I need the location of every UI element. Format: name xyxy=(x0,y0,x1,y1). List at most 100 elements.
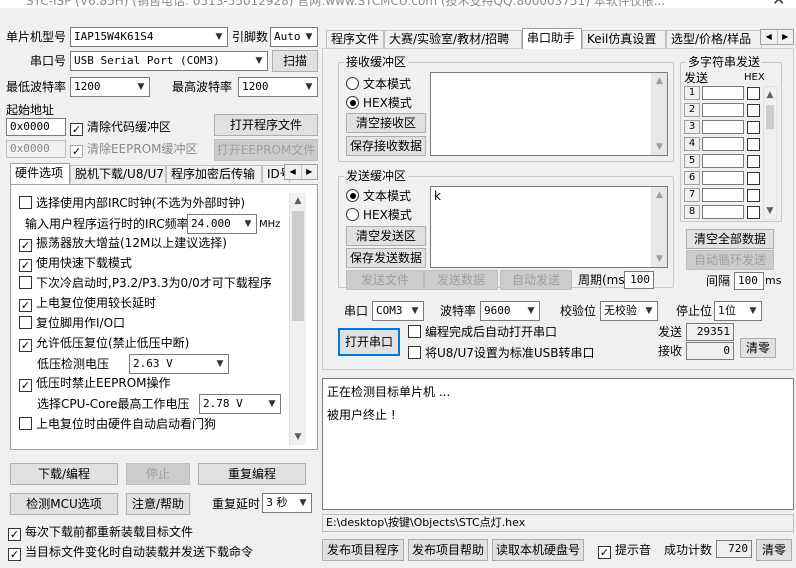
irc-freq-select[interactable]: 24.000 ▼ xyxy=(187,214,257,234)
rx-text-mode-radio[interactable]: 文本模式 xyxy=(346,76,411,92)
scroll-thumb[interactable] xyxy=(292,211,304,321)
scroll-down-icon[interactable]: ▼ xyxy=(764,203,776,219)
stop-button[interactable]: 停止 xyxy=(126,463,190,485)
left-arrow-icon[interactable]: ◀ xyxy=(761,30,777,44)
tab-program-file[interactable]: 程序文件 xyxy=(326,30,384,48)
start-addr-input[interactable]: 0x0000 xyxy=(6,118,66,136)
multi-send-scrollbar[interactable]: ▲ ▼ xyxy=(763,86,777,220)
send-data-button[interactable]: 发送数据 xyxy=(424,270,498,290)
open-port-button[interactable]: 打开串口 xyxy=(338,328,400,356)
baud-select[interactable]: 9600 ▼ xyxy=(480,301,540,321)
option-fast-download[interactable]: ✓ 使用快速下载模式 xyxy=(19,255,132,272)
send-row-button[interactable]: 5 xyxy=(684,154,700,168)
stop-bit-select[interactable]: 1位 ▼ xyxy=(714,301,762,321)
option-watchdog[interactable]: 上电复位时由硬件自动启动看门狗 xyxy=(19,416,216,432)
auto-send-checkbox[interactable]: ✓ 当目标文件变化时自动装载并发送下载命令 xyxy=(8,544,253,561)
hex-row-checkbox[interactable] xyxy=(747,189,760,202)
download-button[interactable]: 下载/编程 xyxy=(10,463,118,485)
open-program-button[interactable]: 打开程序文件 xyxy=(214,114,318,136)
send-row-button[interactable]: 3 xyxy=(684,120,700,134)
send-row-input[interactable] xyxy=(702,171,744,185)
reprogram-button[interactable]: 重复编程 xyxy=(198,463,306,485)
right-arrow-icon[interactable]: ▶ xyxy=(300,165,318,179)
rx-scrollbar[interactable]: ▲ ▼ xyxy=(651,73,667,155)
send-row-button[interactable]: 7 xyxy=(684,188,700,202)
scroll-down-icon[interactable]: ▼ xyxy=(652,251,667,267)
send-row-input[interactable] xyxy=(702,103,744,117)
detect-mcu-button[interactable]: 检测MCU选项 xyxy=(10,493,118,515)
com-select[interactable]: COM3 ▼ xyxy=(372,301,424,321)
auto-loop-button[interactable]: 自动循环发送 xyxy=(686,250,774,270)
beep-checkbox[interactable]: ✓ 提示音 xyxy=(598,542,651,559)
publish-help-button[interactable]: 发布项目帮助 xyxy=(408,539,488,561)
option-long-delay[interactable]: ✓ 上电复位使用较长延时 xyxy=(19,295,156,312)
repeat-delay-select[interactable]: 3 秒 ▼ xyxy=(262,493,312,513)
parity-select[interactable]: 无校验 ▼ xyxy=(600,301,658,321)
send-row-button[interactable]: 8 xyxy=(684,205,700,219)
scan-button[interactable]: 扫描 xyxy=(272,50,318,72)
clear-count-button[interactable]: 清零 xyxy=(740,338,776,358)
save-rx-button[interactable]: 保存接收数据 xyxy=(346,136,426,156)
tab-scroll[interactable]: ◀ ▶ xyxy=(284,164,318,180)
eeprom-addr-input[interactable]: 0x0000 xyxy=(6,140,66,158)
clear-tx-button[interactable]: 清空发送区 xyxy=(346,226,426,246)
send-row-button[interactable]: 4 xyxy=(684,137,700,151)
clear-rx-button[interactable]: 清空接收区 xyxy=(346,113,426,133)
hex-row-checkbox[interactable] xyxy=(747,172,760,185)
send-row-input[interactable] xyxy=(702,205,744,219)
usb-serial-checkbox[interactable]: 将U8/U7设置为标准USB转串口 xyxy=(408,345,595,361)
send-row-input[interactable] xyxy=(702,120,744,134)
clear-all-button[interactable]: 清空全部数据 xyxy=(686,229,774,249)
reload-checkbox[interactable]: ✓ 每次下载前都重新装载目标文件 xyxy=(8,524,193,541)
rx-textarea[interactable] xyxy=(430,72,668,156)
help-button[interactable]: 注意/帮助 xyxy=(126,493,190,515)
tab-competition[interactable]: 大赛/实验室/教材/招聘 xyxy=(384,30,522,48)
hex-row-checkbox[interactable] xyxy=(747,87,760,100)
option-lv-eeprom[interactable]: ✓ 低压时禁止EEPROM操作 xyxy=(19,375,171,392)
send-row-input[interactable] xyxy=(702,154,744,168)
hex-row-checkbox[interactable] xyxy=(747,104,760,117)
scroll-up-icon[interactable]: ▲ xyxy=(764,87,776,103)
max-baud-select[interactable]: 1200 ▼ xyxy=(238,77,318,97)
scroll-up-icon[interactable]: ▲ xyxy=(652,187,667,203)
tx-hex-mode-radio[interactable]: HEX模式 xyxy=(346,207,412,223)
auto-open-checkbox[interactable]: 编程完成后自动打开串口 xyxy=(408,324,557,340)
cpu-core-select[interactable]: 2.78 V ▼ xyxy=(199,394,281,414)
scroll-thumb[interactable] xyxy=(766,105,774,129)
tx-textarea[interactable]: k xyxy=(430,186,668,268)
mcu-model-select[interactable]: IAP15W4K61S4 ▼ xyxy=(70,27,228,47)
clear-success-button[interactable]: 清零 xyxy=(756,539,792,561)
tab-encrypt[interactable]: 程序加密后传输 xyxy=(166,165,262,183)
tx-text-mode-radio[interactable]: 文本模式 xyxy=(346,188,411,204)
save-tx-button[interactable]: 保存发送数据 xyxy=(346,248,426,268)
clear-eeprom-checkbox[interactable]: ✓ 清除EEPROM缓冲区 xyxy=(70,141,198,158)
rx-hex-mode-radio[interactable]: HEX模式 xyxy=(346,95,412,111)
auto-send-button[interactable]: 自动发送 xyxy=(500,270,572,290)
send-row-input[interactable] xyxy=(702,137,744,151)
min-baud-select[interactable]: 1200 ▼ xyxy=(70,77,150,97)
scroll-down-icon[interactable]: ▼ xyxy=(652,139,667,155)
hex-row-checkbox[interactable] xyxy=(747,155,760,168)
options-scrollbar[interactable]: ▲ ▼ xyxy=(289,193,306,445)
pins-select[interactable]: Auto ▼ xyxy=(270,27,318,47)
publish-program-button[interactable]: 发布项目程序 xyxy=(322,539,404,561)
option-cold-boot[interactable]: 下次冷启动时,P3.2/P3.3为0/0才可下载程序 xyxy=(19,275,272,291)
scroll-up-icon[interactable]: ▲ xyxy=(652,73,667,89)
scroll-up-icon[interactable]: ▲ xyxy=(290,193,306,209)
send-row-input[interactable] xyxy=(702,188,744,202)
tx-scrollbar[interactable]: ▲ ▼ xyxy=(651,187,667,267)
send-row-button[interactable]: 2 xyxy=(684,103,700,117)
tab-selection[interactable]: 选型/价格/样品 xyxy=(666,30,762,48)
period-input[interactable]: 100 xyxy=(624,271,654,289)
tab-keil[interactable]: Keil仿真设置 xyxy=(582,30,666,48)
lv-select[interactable]: 2.63 V ▼ xyxy=(129,354,229,374)
tab-offline-download[interactable]: 脱机下载/U8/U7 xyxy=(70,165,166,183)
clear-code-checkbox[interactable]: ✓ 清除代码缓冲区 xyxy=(70,119,171,136)
interval-input[interactable]: 100 xyxy=(734,272,764,290)
close-icon[interactable]: ✕ xyxy=(772,0,785,8)
option-osc-gain[interactable]: ✓ 振荡器放大增益(12M以上建议选择) xyxy=(19,235,227,252)
tab-hardware-options[interactable]: 硬件选项 xyxy=(10,163,70,184)
option-reset-io[interactable]: 复位脚用作I/O口 xyxy=(19,315,125,331)
right-tab-scroll[interactable]: ◀ ▶ xyxy=(760,29,794,45)
port-select[interactable]: USB Serial Port (COM3) ▼ xyxy=(70,51,268,71)
